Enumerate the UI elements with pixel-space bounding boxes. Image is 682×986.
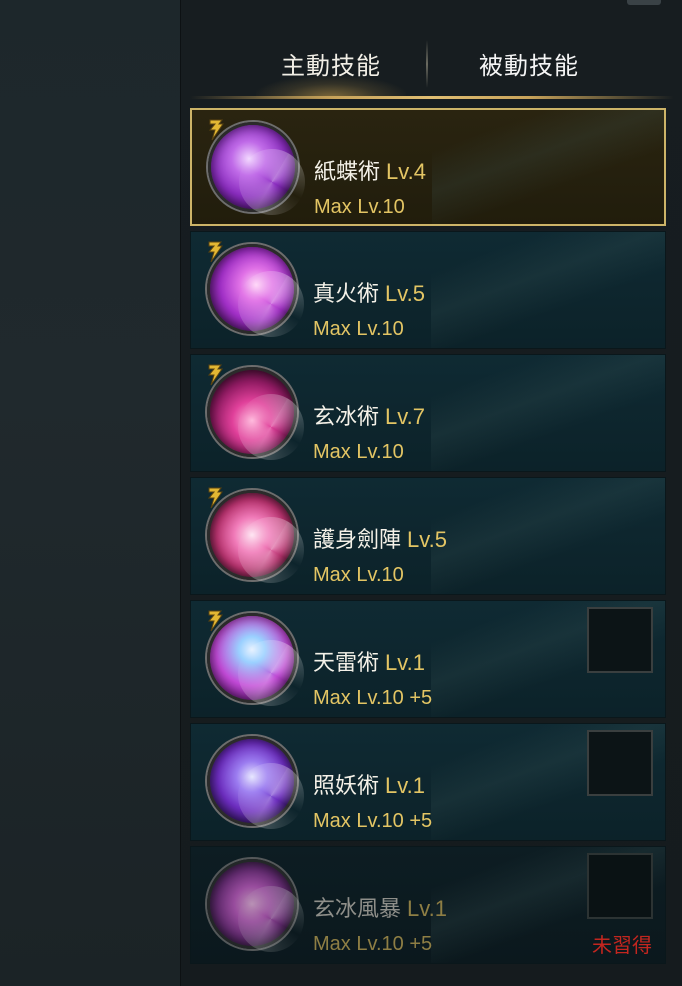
skill-row-ice-storm[interactable]: 玄冰風暴 Lv.1 Max Lv.10 +5 未習得 (190, 846, 666, 964)
skill-icon-ice-storm (207, 859, 304, 952)
skill-name: 真火術 Lv.5 (313, 281, 425, 306)
tab-bar: 主動技能 被動技能 (180, 28, 682, 99)
skill-icon-sword-array (207, 490, 304, 583)
skill-max-level: Max Lv.10 (313, 564, 404, 586)
skill-name: 天雷術 Lv.1 (313, 650, 425, 675)
skill-name: 玄冰術 Lv.7 (313, 404, 425, 429)
skill-level: Lv.1 (407, 896, 447, 921)
skill-level: Lv.7 (385, 404, 425, 429)
skill-level: Lv.5 (385, 281, 425, 306)
skill-name: 紙蝶術 Lv.4 (314, 159, 426, 184)
skill-row-mystic-ice[interactable]: 玄冰術 Lv.7 Max Lv.10 (190, 354, 666, 472)
skill-max-level: Max Lv.10 +5 (313, 933, 433, 955)
skill-level: Lv.4 (386, 159, 426, 184)
skill-slot[interactable] (587, 730, 653, 796)
skill-name: 照妖術 Lv.1 (313, 773, 425, 798)
skill-icon-mystic-ice (207, 367, 304, 460)
skill-max-level: Max Lv.10 (313, 441, 404, 463)
skill-row-demon-reveal[interactable]: 照妖術 Lv.1 Max Lv.10 +5 (190, 723, 666, 841)
skill-row-true-fire[interactable]: 真火術 Lv.5 Max Lv.10 (190, 231, 666, 349)
skill-level: Lv.1 (385, 650, 425, 675)
skill-max-level: Max Lv.10 (313, 318, 404, 340)
skill-icon-paper-butterfly (208, 122, 305, 215)
skill-slot[interactable] (587, 853, 653, 919)
tab-underline (190, 96, 674, 99)
unlearned-status: 未習得 (592, 935, 652, 957)
skill-name: 護身劍陣 Lv.5 (313, 527, 447, 552)
tab-active-skills[interactable]: 主動技能 (236, 28, 426, 98)
skill-icon-true-fire (207, 244, 304, 337)
skill-name: 玄冰風暴 Lv.1 (313, 896, 447, 921)
skill-max-level: Max Lv.10 (314, 196, 405, 218)
skill-row-heaven-thunder[interactable]: 天雷術 Lv.1 Max Lv.10 +5 (190, 600, 666, 718)
top-corner-decoration (627, 0, 661, 5)
skill-row-sword-array[interactable]: 護身劍陣 Lv.5 Max Lv.10 (190, 477, 666, 595)
skill-max-level: Max Lv.10 +5 (313, 687, 433, 709)
skill-max-level: Max Lv.10 +5 (313, 810, 433, 832)
skill-row-paper-butterfly[interactable]: 紙蝶術 Lv.4 Max Lv.10 (190, 108, 666, 226)
tab-divider (426, 40, 428, 88)
tab-passive-skills[interactable]: 被動技能 (434, 28, 624, 98)
skill-icon-heaven-thunder (207, 613, 304, 706)
skill-icon-demon-reveal (207, 736, 304, 829)
left-backdrop (0, 0, 180, 986)
skill-level: Lv.1 (385, 773, 425, 798)
skill-slot[interactable] (587, 607, 653, 673)
skill-level: Lv.5 (407, 527, 447, 552)
